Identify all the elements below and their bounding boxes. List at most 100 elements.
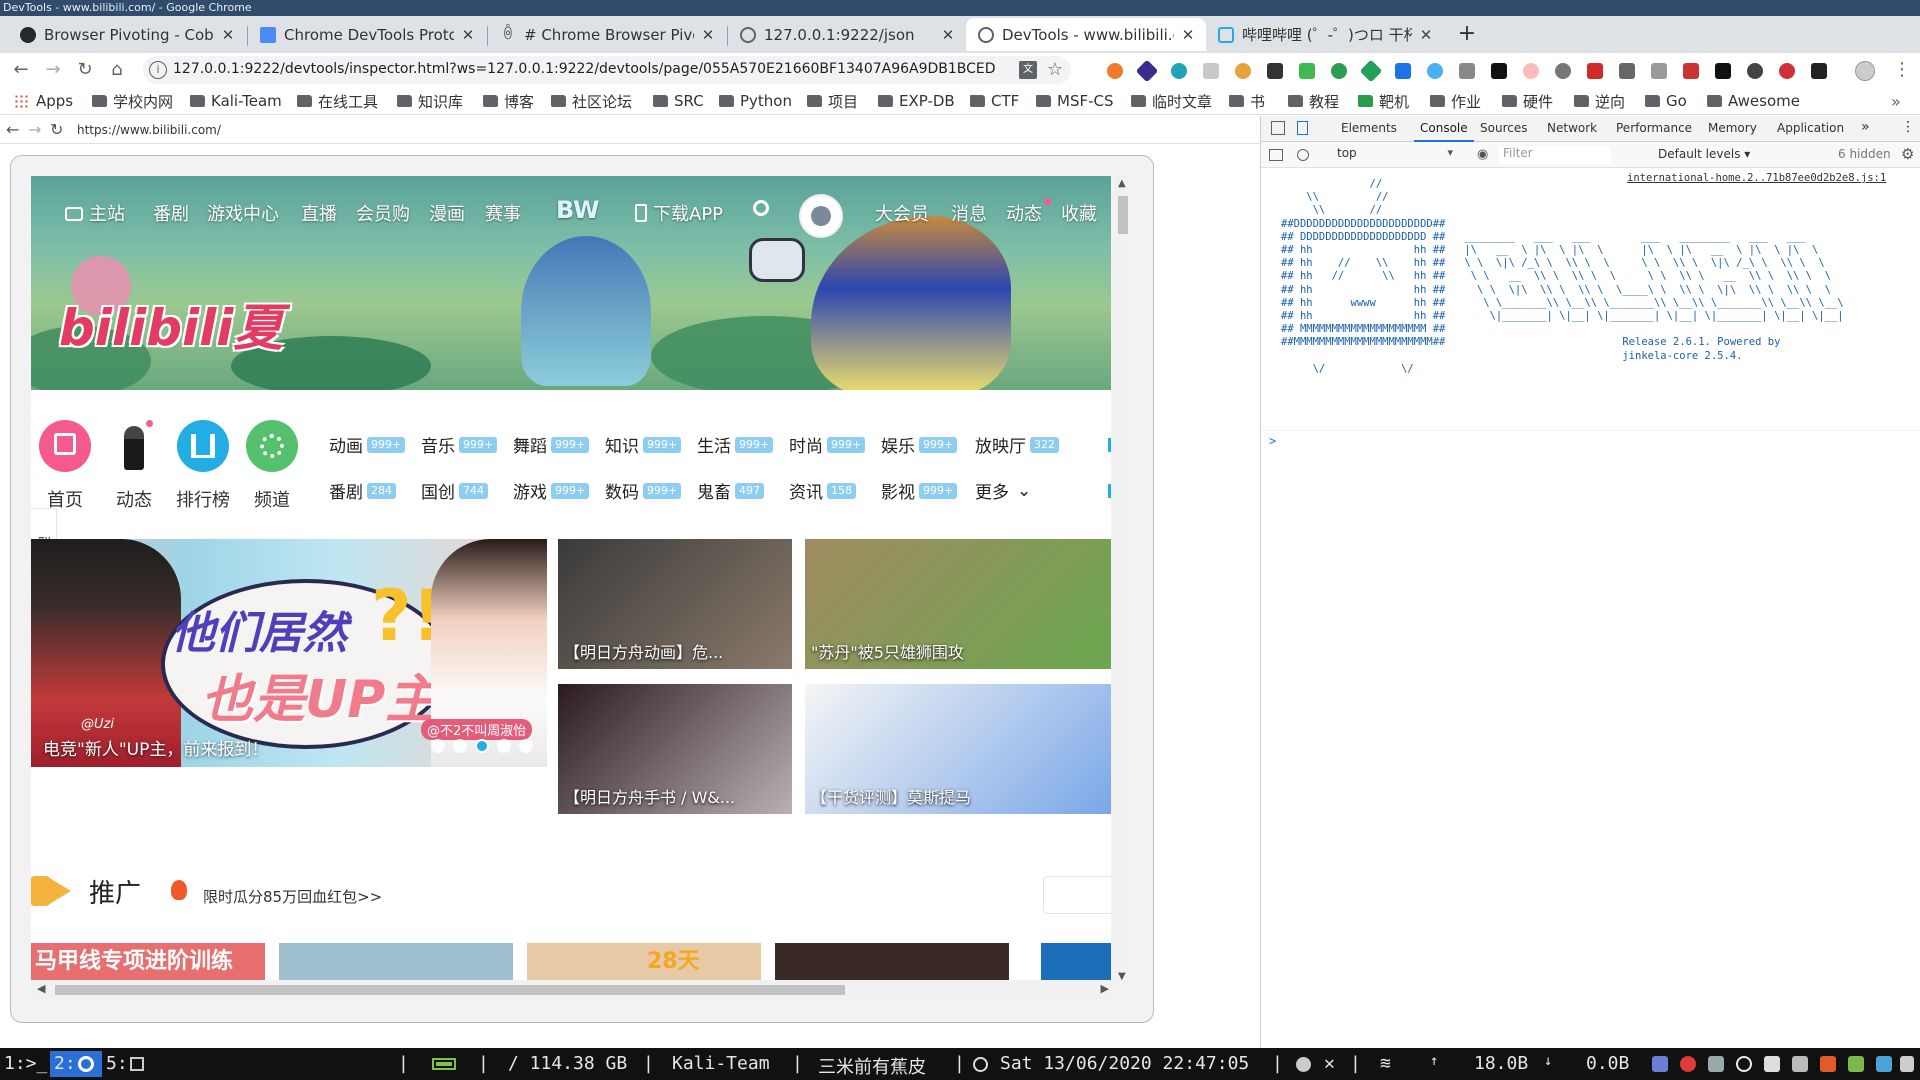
eye-icon[interactable]: ◉: [1477, 147, 1488, 162]
extension-icon[interactable]: [1267, 63, 1283, 79]
extension-icon[interactable]: [1619, 63, 1635, 79]
rss-extension-icon[interactable]: [1107, 63, 1123, 79]
video-thumbnail[interactable]: 【明日方舟手书 / W&...: [558, 684, 792, 814]
close-icon[interactable]: ✕: [220, 26, 236, 44]
tab-sources[interactable]: Sources: [1480, 121, 1527, 135]
console-prompt[interactable]: >: [1269, 434, 1276, 448]
new-tab-button[interactable]: +: [1454, 22, 1480, 48]
bookmark-folder[interactable]: 博客: [483, 91, 534, 111]
nav-bangumi[interactable]: 番剧: [153, 200, 189, 226]
more-tabs-icon[interactable]: »: [1861, 119, 1870, 135]
tray-app-icon[interactable]: [1820, 1056, 1836, 1072]
category-item[interactable]: 时尚 999+: [789, 432, 866, 457]
nav-download-app[interactable]: 下载APP: [635, 200, 723, 226]
category-item[interactable]: 数码 999+: [605, 478, 682, 503]
scroll-up-icon[interactable]: ▲: [1118, 178, 1126, 189]
screencast-back-icon[interactable]: ←: [6, 120, 19, 139]
tray-app-icon[interactable]: [1876, 1056, 1892, 1072]
nav-vip[interactable]: 大会员: [875, 200, 929, 226]
scroll-thumb[interactable]: [1118, 196, 1128, 234]
log-levels-select[interactable]: Default levels ▾: [1658, 147, 1750, 161]
wifi-icon[interactable]: ≋: [1380, 1053, 1391, 1074]
extension-icon[interactable]: [1555, 63, 1571, 79]
extension-icon[interactable]: [1747, 63, 1763, 79]
category-item[interactable]: 鬼畜 497: [697, 478, 764, 503]
nav-messages[interactable]: 消息: [951, 200, 987, 226]
nav-favorites[interactable]: 收藏: [1061, 200, 1097, 226]
tray-app-icon[interactable]: [1680, 1056, 1696, 1072]
category-item[interactable]: 音乐 999+: [421, 432, 498, 457]
back-button[interactable]: ←: [10, 59, 32, 81]
extension-icon[interactable]: [1651, 63, 1667, 79]
promo-link[interactable]: 限时瓜分85万回血红包>>: [203, 886, 382, 907]
tab-elements[interactable]: Elements: [1341, 121, 1397, 135]
address-url[interactable]: 127.0.0.1:9222/devtools/inspector.html?w…: [173, 61, 996, 77]
tray-app-icon[interactable]: [1708, 1056, 1724, 1072]
bookmark-folder[interactable]: CTF: [970, 91, 1019, 111]
channel-ranking[interactable]: 排行榜: [173, 420, 233, 512]
extension-icon[interactable]: [1779, 63, 1795, 79]
bookmark-folder[interactable]: 在线工具: [297, 91, 378, 111]
extension-icon[interactable]: [1395, 63, 1411, 79]
vertical-scrollbar[interactable]: ▲ ▼: [1115, 176, 1131, 984]
tray-app-icon[interactable]: [1736, 1056, 1752, 1072]
video-thumbnail[interactable]: 【干货评测】莫斯提马: [805, 684, 1111, 814]
tab-bilibili[interactable]: 哔哩哔哩 (゜-゜)つロ 干杯 ✕: [1206, 18, 1444, 51]
category-item[interactable]: 国创 744: [421, 478, 488, 503]
extension-icon[interactable]: [1683, 63, 1699, 79]
hero-carousel[interactable]: 他们居然 也是UP主 ?! @Uzi @不2不叫周淑怡 电竞"新人"UP主，前来…: [31, 539, 547, 767]
shield-icon[interactable]: [1764, 1056, 1780, 1072]
bookmark-folder[interactable]: 学校内网: [92, 91, 173, 111]
more-categories[interactable]: 更多 ⌄: [975, 478, 1031, 504]
video-thumbnail[interactable]: "苏丹"被5只雄狮围攻: [805, 539, 1111, 669]
workspace-1[interactable]: 1:>_: [4, 1053, 47, 1074]
tab-network[interactable]: Network: [1547, 121, 1597, 135]
tray-app-icon[interactable]: [1848, 1056, 1864, 1072]
tab-devtools-bilibili[interactable]: DevTools - www.bilibili.co ✕: [966, 18, 1206, 51]
bookmark-folder[interactable]: 社区论坛: [551, 91, 632, 111]
tray-app-icon[interactable]: [1652, 1056, 1668, 1072]
sidebar-toggle-icon[interactable]: [1269, 149, 1283, 161]
nav-vip-shop[interactable]: 会员购: [356, 200, 410, 226]
nav-manga[interactable]: 漫画: [429, 200, 465, 226]
bookmark-folder[interactable]: 逆向: [1574, 91, 1625, 111]
scroll-left-icon[interactable]: ◀: [37, 982, 45, 995]
forward-button[interactable]: →: [42, 59, 64, 81]
carousel-dot[interactable]: [453, 739, 467, 753]
workspace-5[interactable]: 5:: [106, 1053, 128, 1074]
channel-channels[interactable]: 频道: [242, 420, 302, 512]
tab-console[interactable]: Console: [1414, 121, 1474, 142]
category-item[interactable]: 影视 999+: [881, 478, 958, 503]
extension-icon[interactable]: [1523, 63, 1539, 79]
extension-icon[interactable]: [1715, 63, 1731, 79]
carousel-dot-active[interactable]: [475, 739, 489, 753]
context-select[interactable]: top: [1333, 146, 1457, 164]
tab-application[interactable]: Application: [1777, 121, 1844, 135]
close-icon[interactable]: ✕: [1418, 26, 1434, 44]
extension-icon[interactable]: [1203, 63, 1219, 79]
close-icon[interactable]: ✕: [940, 26, 956, 44]
extension-icon[interactable]: [1811, 63, 1827, 79]
search-button[interactable]: [753, 200, 769, 221]
bilibili-logo[interactable]: bilibili夏: [59, 288, 283, 360]
category-item[interactable]: 番剧 284: [329, 478, 396, 503]
bookmark-folder[interactable]: SRC: [653, 91, 704, 111]
gear-icon[interactable]: ⚙: [1901, 145, 1914, 163]
tab-chrome-browser-pivoting[interactable]: ꉺ # Chrome Browser Pivotin ✕: [488, 18, 726, 51]
tab-localhost-json[interactable]: 127.0.0.1:9222/json ✕: [728, 18, 966, 51]
horizontal-scrollbar[interactable]: ◀ ▶: [31, 980, 1115, 1000]
user-avatar[interactable]: [799, 194, 843, 238]
extension-icon[interactable]: [1491, 63, 1507, 79]
nav-live[interactable]: 直播: [301, 200, 337, 226]
category-item[interactable]: 娱乐 999+: [881, 432, 958, 457]
category-item[interactable]: 动画 999+: [329, 432, 406, 457]
close-icon[interactable]: ✕: [700, 26, 716, 44]
scroll-right-icon[interactable]: ▶: [1101, 982, 1109, 995]
extension-icon[interactable]: [1171, 63, 1187, 79]
clear-console-icon[interactable]: [1297, 149, 1309, 161]
bookmark-folder[interactable]: Kali-Team: [190, 91, 282, 111]
bookmark-apps[interactable]: Apps: [14, 91, 73, 111]
channel-dynamic[interactable]: 动态: [104, 420, 164, 512]
category-item[interactable]: 舞蹈 999+: [513, 432, 590, 457]
category-item[interactable]: 放映厅 322: [975, 432, 1059, 457]
